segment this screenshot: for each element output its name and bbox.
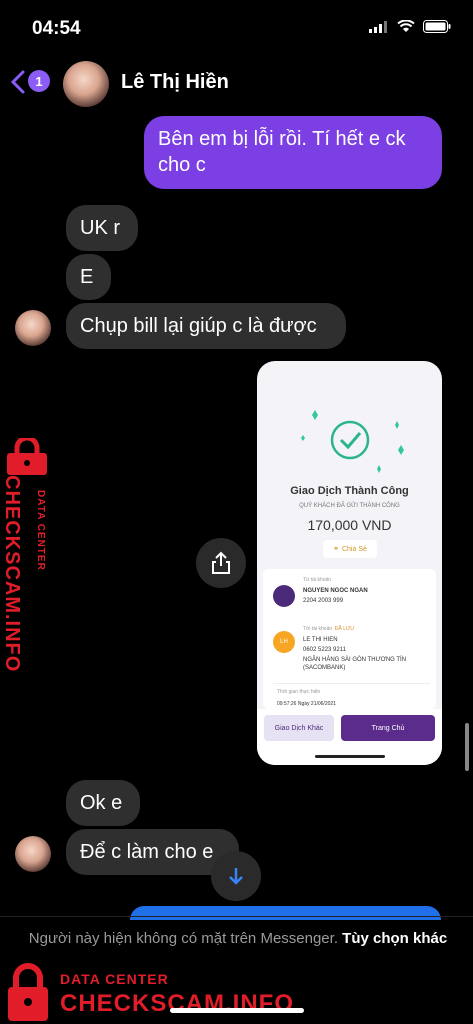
time-value: 09:57:26 Ngày 21/06/2021 <box>277 701 336 707</box>
receipt-amount: 170,000 VND <box>307 517 392 533</box>
recipient-initials: LH <box>273 631 295 653</box>
incoming-message[interactable]: Chụp bill lại giúp c là được <box>66 303 346 349</box>
to-bank: NGÂN HÀNG SÀI GÒN THƯƠNG TÍN (SACOMBANK) <box>303 657 407 671</box>
incoming-message[interactable]: UK r <box>66 205 138 251</box>
to-name: LE THI HIEN <box>303 637 338 643</box>
watermark-side-line1: DATA CENTER <box>35 490 46 571</box>
back-chevron-icon[interactable] <box>10 69 26 102</box>
lock-icon <box>7 438 47 475</box>
contact-name[interactable]: Lê Thị Hiền <box>121 71 229 94</box>
share-receipt-label: Chia Sẻ <box>341 545 367 553</box>
battery-icon <box>423 20 451 33</box>
arrow-down-icon <box>229 868 243 885</box>
status-time: 04:54 <box>32 18 81 39</box>
sparkle-icon <box>301 410 404 473</box>
outgoing-message[interactable]: Bên em bị lỗi rồi. Tí hết e ck cho c <box>144 116 442 189</box>
contact-avatar[interactable] <box>63 61 109 107</box>
incoming-message[interactable]: E <box>66 254 111 300</box>
wifi-icon <box>397 20 415 32</box>
sender-avatar[interactable] <box>15 836 51 872</box>
to-account: 0602 5223 9211 <box>303 647 346 653</box>
sender-avatar[interactable] <box>15 310 51 346</box>
chat-header: 1 Lê Thị Hiền <box>0 56 473 112</box>
lock-icon <box>8 963 48 1021</box>
share-button[interactable] <box>196 538 246 588</box>
unread-badge[interactable]: 1 <box>28 70 50 92</box>
share-receipt-button: ⚭ Chia Sẻ <box>323 540 377 558</box>
watermark-bottom-line1: DATA CENTER <box>60 971 169 987</box>
offline-notice-text: Người này hiện không có mặt trên Messeng… <box>28 930 338 947</box>
home-button: Trang Chủ <box>341 715 435 741</box>
offline-notice: Người này hiện không có mặt trên Messeng… <box>28 928 448 950</box>
scrollbar[interactable] <box>465 723 469 771</box>
saved-label: ĐÃ LƯU <box>334 626 354 632</box>
signal-icon <box>369 20 387 33</box>
more-options-link[interactable]: Tùy chọn khác <box>342 930 447 947</box>
incoming-message[interactable]: Ok e <box>66 780 140 826</box>
status-icons <box>369 20 451 33</box>
watermark-bottom: DATA CENTER CHECKSCAM.INFO <box>0 960 320 1024</box>
watermark-side: CHECKSCAM.INFO DATA CENTER <box>0 438 60 678</box>
watermark-side-line2: CHECKSCAM.INFO <box>1 475 23 673</box>
receipt-image[interactable]: Giao Dịch Thành Công QUÝ KHÁCH ĐÃ GỬI TH… <box>257 361 442 765</box>
from-name: NGUYEN NGOC NGAN <box>303 588 368 594</box>
from-account: 2204 2003 999 <box>303 598 344 604</box>
time-label: Thời gian thực hiện <box>277 689 321 695</box>
from-label: Từ tài khoản <box>303 577 332 583</box>
other-transaction-button: Giao Dịch Khác <box>264 715 334 741</box>
home-indicator[interactable] <box>170 1008 304 1013</box>
outgoing-message-partial[interactable] <box>130 906 441 920</box>
tpbank-logo-icon <box>273 585 295 607</box>
watermark-bottom-line2: CHECKSCAM.INFO <box>60 990 294 1017</box>
share-icon <box>212 551 230 574</box>
scroll-to-bottom-button[interactable] <box>211 851 261 901</box>
share-link-icon: ⚭ <box>333 546 339 553</box>
to-label: Tới tài khoản <box>303 626 333 632</box>
receipt-title: Giao Dịch Thành Công <box>290 485 409 497</box>
receipt-subtitle: QUÝ KHÁCH ĐÃ GỬI THÀNH CÔNG <box>299 503 400 509</box>
